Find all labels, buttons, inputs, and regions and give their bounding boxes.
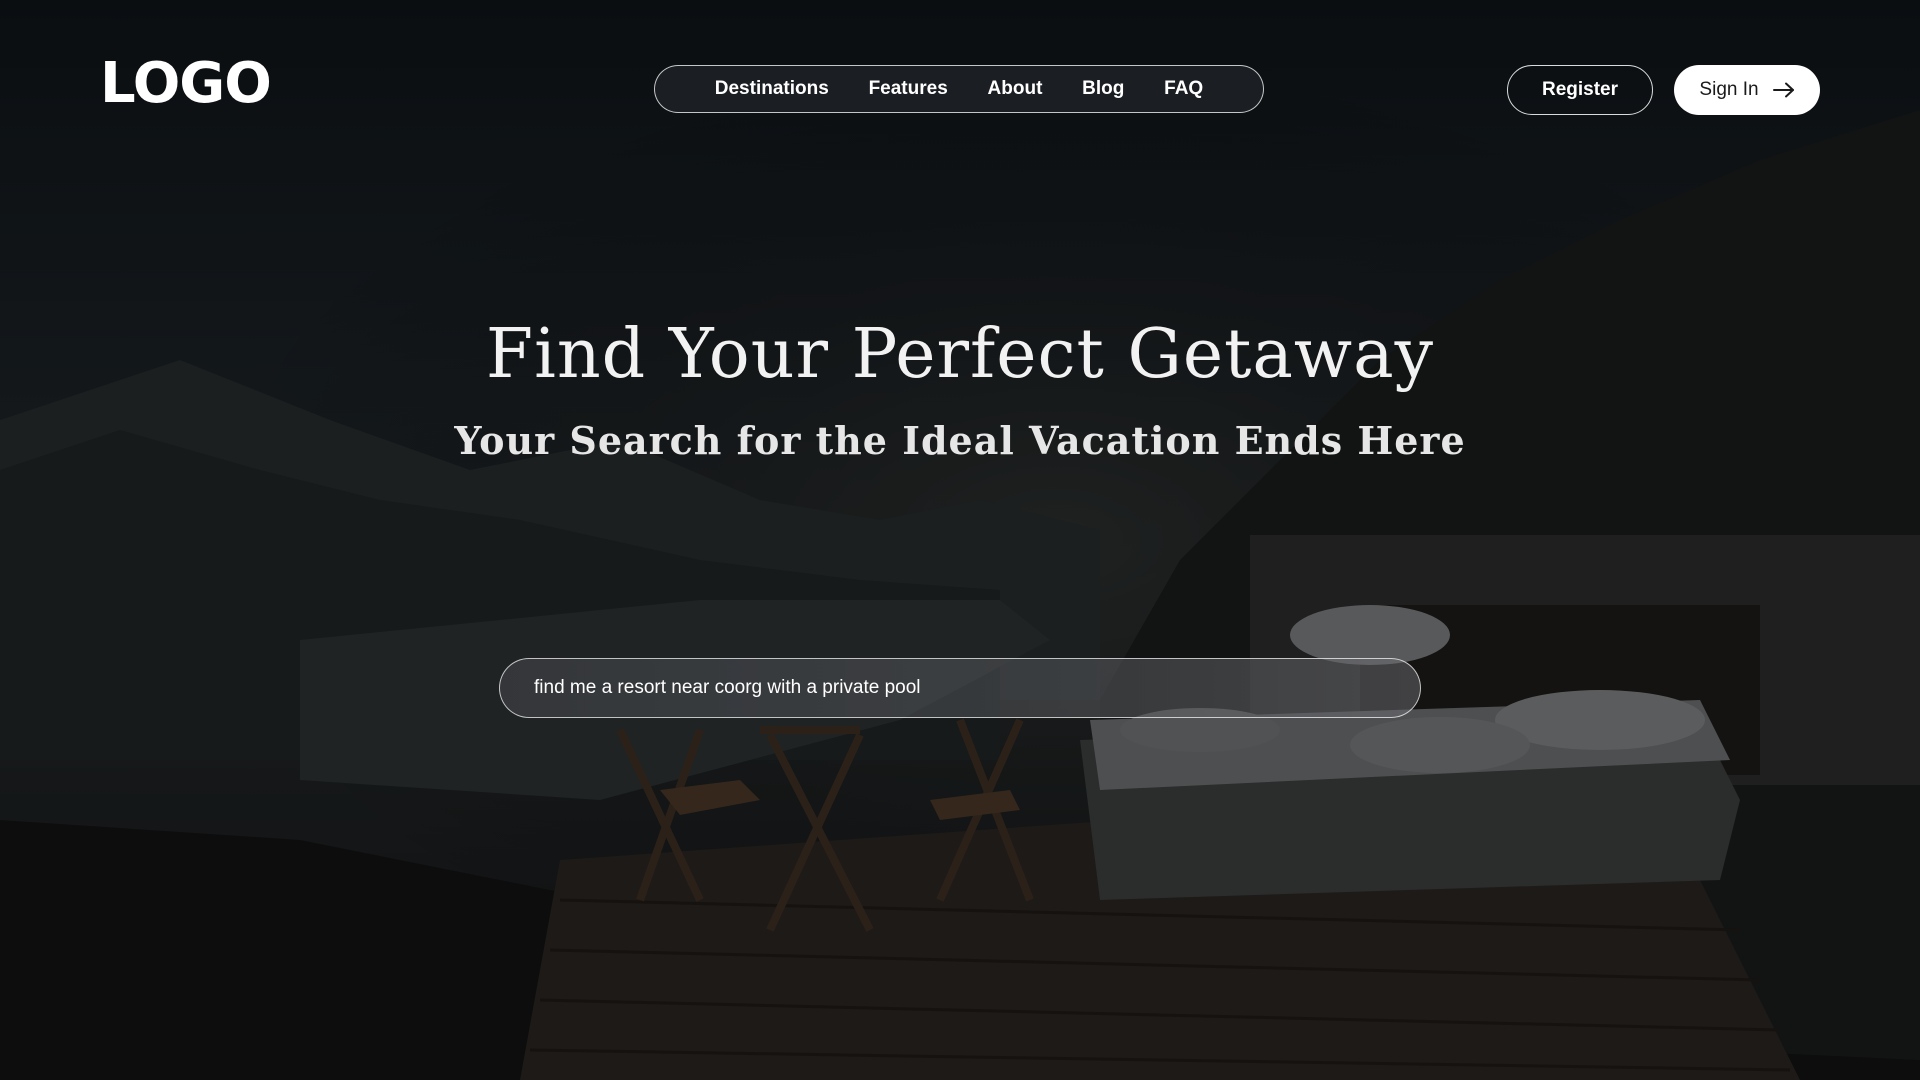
nav-item-faq[interactable]: FAQ xyxy=(1164,78,1203,100)
sign-in-button-label: Sign In xyxy=(1699,79,1759,100)
nav-item-features[interactable]: Features xyxy=(869,78,948,100)
sign-in-button[interactable]: Sign In xyxy=(1674,65,1820,115)
site-logo[interactable]: LOGO xyxy=(100,56,272,112)
hero-title: Find Your Perfect Getaway xyxy=(485,315,1435,394)
main-nav: Destinations Features About Blog FAQ xyxy=(654,65,1264,113)
register-button[interactable]: Register xyxy=(1507,65,1653,115)
arrow-right-icon xyxy=(1772,82,1795,98)
nav-item-about[interactable]: About xyxy=(988,78,1043,100)
search-bar[interactable] xyxy=(499,658,1421,718)
hero-subtitle: Your Search for the Ideal Vacation Ends … xyxy=(454,418,1466,463)
nav-item-blog[interactable]: Blog xyxy=(1082,78,1124,100)
hero-dark-overlay xyxy=(0,0,1920,1080)
landing-page: LOGO Destinations Features About Blog FA… xyxy=(0,0,1920,1080)
register-button-label: Register xyxy=(1541,79,1619,100)
nav-item-destinations[interactable]: Destinations xyxy=(715,78,829,100)
search-input[interactable] xyxy=(532,676,1388,700)
